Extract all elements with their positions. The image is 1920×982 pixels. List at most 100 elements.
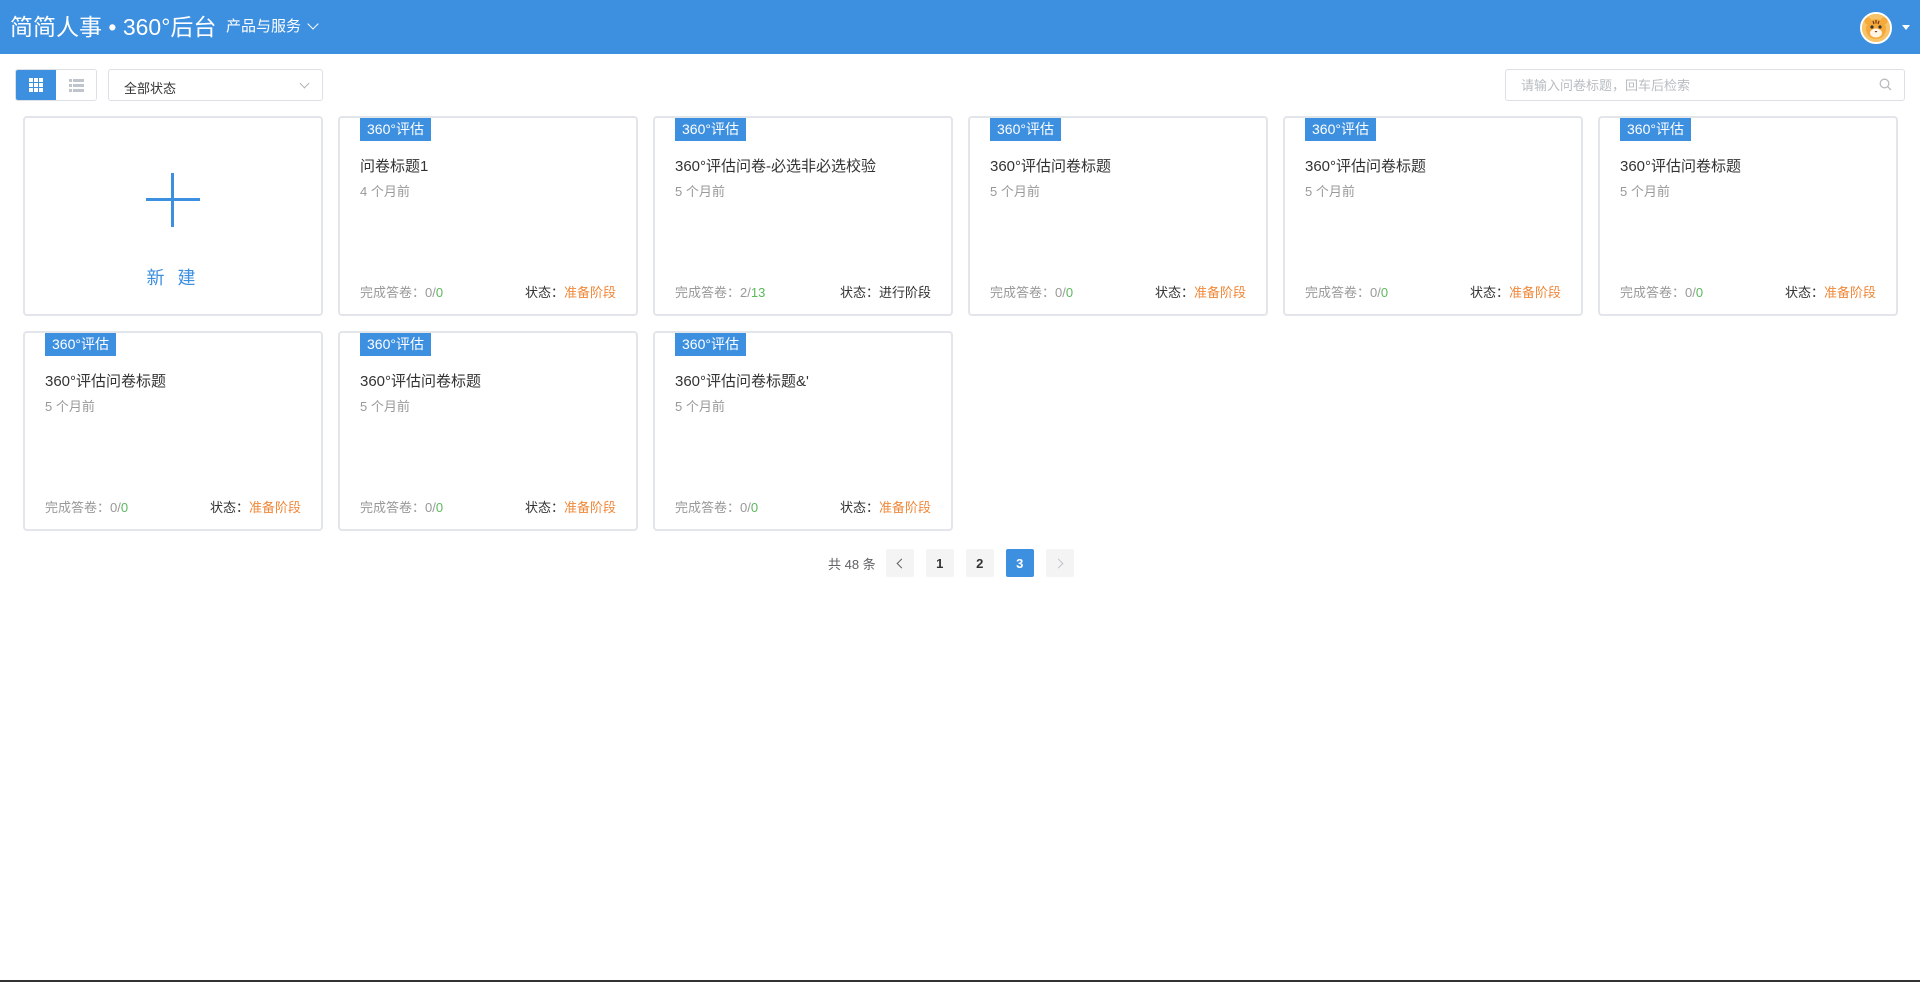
type-tag: 360°评估 (1620, 118, 1691, 141)
new-questionnaire-card[interactable]: 新 建 (23, 116, 323, 316)
chevron-down-icon (299, 78, 310, 89)
completed-count: 完成答卷：0/0 (1305, 285, 1389, 300)
total-value: 0 (1065, 285, 1074, 300)
list-view-button[interactable] (56, 70, 96, 100)
completed-label: 完成答卷： (675, 500, 741, 515)
status-filter-value: 全部状态 (124, 81, 177, 96)
completed-label: 完成答卷： (360, 285, 426, 300)
app-title[interactable]: 简简人事 • 360°后台 (10, 12, 216, 42)
card-time: 4 个月前 (360, 184, 410, 199)
card-time: 5 个月前 (990, 184, 1040, 199)
page-button-2[interactable]: 2 (965, 549, 994, 577)
page-button-1[interactable]: 1 (925, 549, 954, 577)
total-value: 0 (750, 500, 759, 515)
card-time: 5 个月前 (45, 399, 95, 414)
status-label: 状态： (1154, 285, 1194, 300)
completed-count: 完成答卷：0/0 (990, 285, 1074, 300)
completed-label: 完成答卷： (675, 285, 741, 300)
total-value: 0 (435, 285, 444, 300)
status-label: 状态： (839, 285, 879, 300)
questionnaire-card[interactable]: 360°评估 360°评估问卷标题 5 个月前 完成答卷：0/0 状态：准备阶段 (338, 331, 638, 531)
next-page-button[interactable] (1045, 549, 1074, 577)
questionnaire-card[interactable]: 360°评估 360°评估问卷标题 5 个月前 完成答卷：0/0 状态：准备阶段 (1598, 116, 1898, 316)
questionnaire-card[interactable]: 360°评估 360°评估问卷标题 5 个月前 完成答卷：0/0 状态：准备阶段 (968, 116, 1268, 316)
total-value: 13 (750, 285, 766, 300)
page-button-3[interactable]: 3 (1005, 549, 1034, 577)
questionnaire-card[interactable]: 360°评估 360°评估问卷标题&' 5 个月前 完成答卷：0/0 状态：准备… (653, 331, 953, 531)
search-icon[interactable] (1879, 78, 1892, 91)
completed-count: 完成答卷：0/0 (675, 500, 759, 515)
card-title: 360°评估问卷-必选非必选校验 (675, 158, 877, 175)
card-time: 5 个月前 (1305, 184, 1355, 199)
list-icon (68, 78, 84, 92)
type-tag: 360°评估 (360, 118, 431, 141)
total-value: 0 (435, 500, 444, 515)
chevron-down-icon (307, 18, 319, 30)
card-time: 5 个月前 (675, 184, 725, 199)
card-time: 5 个月前 (1620, 184, 1670, 199)
grid-view-button[interactable] (16, 70, 56, 100)
pagination-total: 共 48 条 (828, 556, 876, 572)
status-value: 准备阶段 (1823, 285, 1876, 300)
type-tag: 360°评估 (675, 118, 746, 141)
view-toggle (15, 69, 97, 101)
questionnaire-card[interactable]: 360°评估 问卷标题1 4 个月前 完成答卷：0/0 状态：准备阶段 (338, 116, 638, 316)
status-label: 状态： (209, 500, 249, 515)
questionnaire-card[interactable]: 360°评估 360°评估问卷标题 5 个月前 完成答卷：0/0 状态：准备阶段 (1283, 116, 1583, 316)
total-value: 0 (120, 500, 129, 515)
completed-label: 完成答卷： (990, 285, 1056, 300)
status-value: 准备阶段 (248, 500, 301, 515)
grid-icon (29, 78, 43, 92)
completed-count: 完成答卷：0/0 (360, 285, 444, 300)
type-tag: 360°评估 (360, 333, 431, 356)
status-text: 状态：准备阶段 (1155, 282, 1246, 301)
card-title: 360°评估问卷标题&' (675, 373, 809, 390)
questionnaire-card[interactable]: 360°评估 360°评估问卷-必选非必选校验 5 个月前 完成答卷：2/13 … (653, 116, 953, 316)
avatar[interactable] (1860, 12, 1892, 44)
status-text: 状态：准备阶段 (210, 497, 301, 516)
tiger-avatar-icon (1862, 14, 1890, 42)
type-tag: 360°评估 (675, 333, 746, 356)
type-tag: 360°评估 (990, 118, 1061, 141)
card-title: 360°评估问卷标题 (1620, 158, 1742, 175)
type-tag: 360°评估 (45, 333, 116, 356)
completed-count: 完成答卷：2/13 (675, 285, 766, 300)
card-title: 360°评估问卷标题 (360, 373, 482, 390)
card-time: 5 个月前 (360, 399, 410, 414)
new-label: 新 建 (146, 268, 200, 288)
status-text: 状态：准备阶段 (525, 497, 616, 516)
products-services-label: 产品与服务 (226, 18, 302, 35)
completed-count: 完成答卷：0/0 (1620, 285, 1704, 300)
status-value: 准备阶段 (563, 500, 616, 515)
search-box (1505, 69, 1905, 101)
total-value: 0 (1695, 285, 1704, 300)
status-label: 状态： (839, 500, 879, 515)
status-text: 状态：准备阶段 (1470, 282, 1561, 301)
status-value: 准备阶段 (1193, 285, 1246, 300)
card-title: 360°评估问卷标题 (990, 158, 1112, 175)
completed-count: 完成答卷：0/0 (360, 500, 444, 515)
status-label: 状态： (1784, 285, 1824, 300)
status-label: 状态： (1469, 285, 1509, 300)
card-title: 问卷标题1 (360, 158, 429, 175)
caret-down-icon[interactable] (1902, 25, 1910, 30)
search-input[interactable] (1506, 70, 1866, 100)
questionnaire-card[interactable]: 360°评估 360°评估问卷标题 5 个月前 完成答卷：0/0 状态：准备阶段 (23, 331, 323, 531)
completed-label: 完成答卷： (360, 500, 426, 515)
status-filter-select[interactable]: 全部状态 (108, 69, 323, 101)
status-value: 准备阶段 (563, 285, 616, 300)
card-title: 360°评估问卷标题 (45, 373, 167, 390)
status-text: 状态：准备阶段 (525, 282, 616, 301)
card-time: 5 个月前 (675, 399, 725, 414)
completed-label: 完成答卷： (1305, 285, 1371, 300)
completed-label: 完成答卷： (1620, 285, 1686, 300)
type-tag: 360°评估 (1305, 118, 1376, 141)
status-label: 状态： (524, 285, 564, 300)
status-text: 状态：准备阶段 (1785, 282, 1876, 301)
status-text: 状态：准备阶段 (840, 497, 931, 516)
products-services-menu[interactable]: 产品与服务 (226, 17, 319, 37)
chevron-left-icon (896, 558, 907, 568)
prev-page-button[interactable] (885, 549, 914, 577)
completed-label: 完成答卷： (45, 500, 111, 515)
status-value: 进行阶段 (878, 285, 931, 300)
